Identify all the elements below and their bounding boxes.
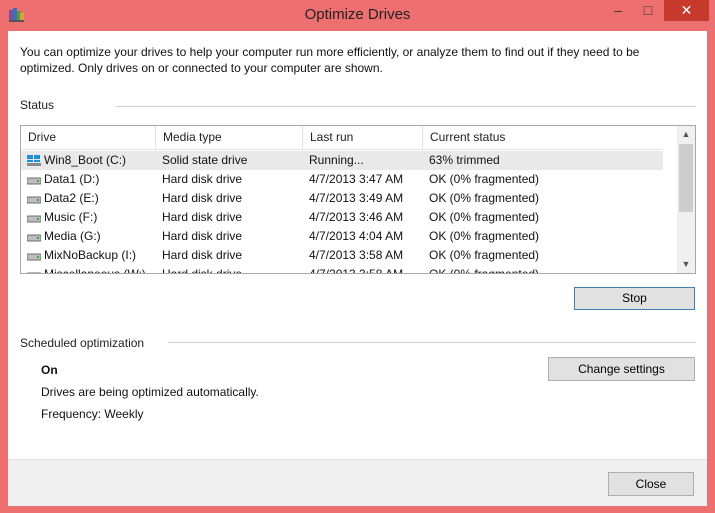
media-type: Hard disk drive <box>162 248 243 262</box>
column-header-drive[interactable]: Drive <box>21 126 156 149</box>
media-type: Hard disk drive <box>162 191 243 205</box>
drive-name: Win8_Boot (C:) <box>44 153 127 167</box>
last-run: 4/7/2013 3:46 AM <box>309 210 404 224</box>
drives-list[interactable]: Drive Media type Last run Current status… <box>20 125 696 274</box>
drive-row[interactable]: Data2 (E:) Hard disk drive 4/7/2013 3:49… <box>21 189 663 208</box>
drives-list-header: Drive Media type Last run Current status <box>21 126 663 150</box>
media-type: Hard disk drive <box>162 267 243 274</box>
description-text: You can optimize your drives to help you… <box>20 45 640 75</box>
drive-name: Miscellaneous (W:) <box>44 267 146 274</box>
optimize-drives-window: Optimize Drives – □ ✕ You can optimize y… <box>0 0 715 513</box>
scheduled-divider <box>168 342 696 343</box>
current-status: OK (0% fragmented) <box>429 191 540 205</box>
scroll-down-arrow-icon[interactable]: ▼ <box>677 256 695 273</box>
current-status: OK (0% fragmented) <box>429 210 540 224</box>
media-type: Hard disk drive <box>162 210 243 224</box>
scrollbar-thumb[interactable] <box>679 144 693 212</box>
current-status: OK (0% fragmented) <box>429 267 540 274</box>
scroll-up-arrow-icon[interactable]: ▲ <box>677 126 695 143</box>
drive-row[interactable]: Data1 (D:) Hard disk drive 4/7/2013 3:47… <box>21 170 663 189</box>
current-status: 63% trimmed <box>429 153 500 167</box>
column-header-media-type[interactable]: Media type <box>156 126 303 149</box>
last-run: 4/7/2013 4:04 AM <box>309 229 404 243</box>
status-section-label: Status <box>20 98 55 112</box>
close-button[interactable]: Close <box>608 472 694 496</box>
schedule-message: Drives are being optimized automatically… <box>41 385 259 399</box>
drive-row[interactable]: MixNoBackup (I:) Hard disk drive 4/7/201… <box>21 246 663 265</box>
maximize-button[interactable]: □ <box>634 0 662 21</box>
last-run: 4/7/2013 3:49 AM <box>309 191 404 205</box>
media-type: Solid state drive <box>162 153 248 167</box>
drive-row[interactable]: Miscellaneous (W:) Hard disk drive 4/7/2… <box>21 265 663 274</box>
status-divider <box>116 106 696 107</box>
minimize-button[interactable]: – <box>604 0 632 21</box>
drive-name: Data1 (D:) <box>44 172 100 186</box>
last-run: 4/7/2013 3:58 AM <box>309 248 404 262</box>
column-header-last-run[interactable]: Last run <box>303 126 423 149</box>
change-settings-button[interactable]: Change settings <box>548 357 695 381</box>
hard-drive-icon <box>27 253 41 261</box>
hard-drive-icon <box>27 196 41 204</box>
dialog-content: You can optimize your drives to help you… <box>8 31 707 506</box>
hard-drive-icon <box>27 272 41 273</box>
drive-name: Music (F:) <box>44 210 98 224</box>
current-status: OK (0% fragmented) <box>429 172 540 186</box>
dialog-footer: Close <box>8 459 707 506</box>
media-type: Hard disk drive <box>162 229 243 243</box>
windows-drive-icon <box>27 155 41 166</box>
drive-name: Data2 (E:) <box>44 191 99 205</box>
drives-list-scrollbar[interactable]: ▲ ▼ <box>677 126 695 273</box>
title-bar[interactable]: Optimize Drives – □ ✕ <box>0 0 715 31</box>
column-header-current-status[interactable]: Current status <box>423 126 663 149</box>
schedule-state: On <box>41 363 58 377</box>
drive-row[interactable]: Win8_Boot (C:) Solid state drive Running… <box>21 151 663 170</box>
last-run: Running... <box>309 153 364 167</box>
drive-row[interactable]: Music (F:) Hard disk drive 4/7/2013 3:46… <box>21 208 663 227</box>
media-type: Hard disk drive <box>162 172 243 186</box>
drive-name: MixNoBackup (I:) <box>44 248 137 262</box>
scheduled-section-label: Scheduled optimization <box>20 336 145 350</box>
current-status: OK (0% fragmented) <box>429 248 540 262</box>
schedule-frequency: Frequency: Weekly <box>41 407 144 421</box>
last-run: 4/7/2013 3:47 AM <box>309 172 404 186</box>
drive-name: Media (G:) <box>44 229 101 243</box>
last-run: 4/7/2013 3:58 AM <box>309 267 404 274</box>
close-window-button[interactable]: ✕ <box>664 0 709 21</box>
hard-drive-icon <box>27 234 41 242</box>
drive-row[interactable]: Media (G:) Hard disk drive 4/7/2013 4:04… <box>21 227 663 246</box>
current-status: OK (0% fragmented) <box>429 229 540 243</box>
stop-button[interactable]: Stop <box>574 287 695 310</box>
hard-drive-icon <box>27 177 41 185</box>
hard-drive-icon <box>27 215 41 223</box>
